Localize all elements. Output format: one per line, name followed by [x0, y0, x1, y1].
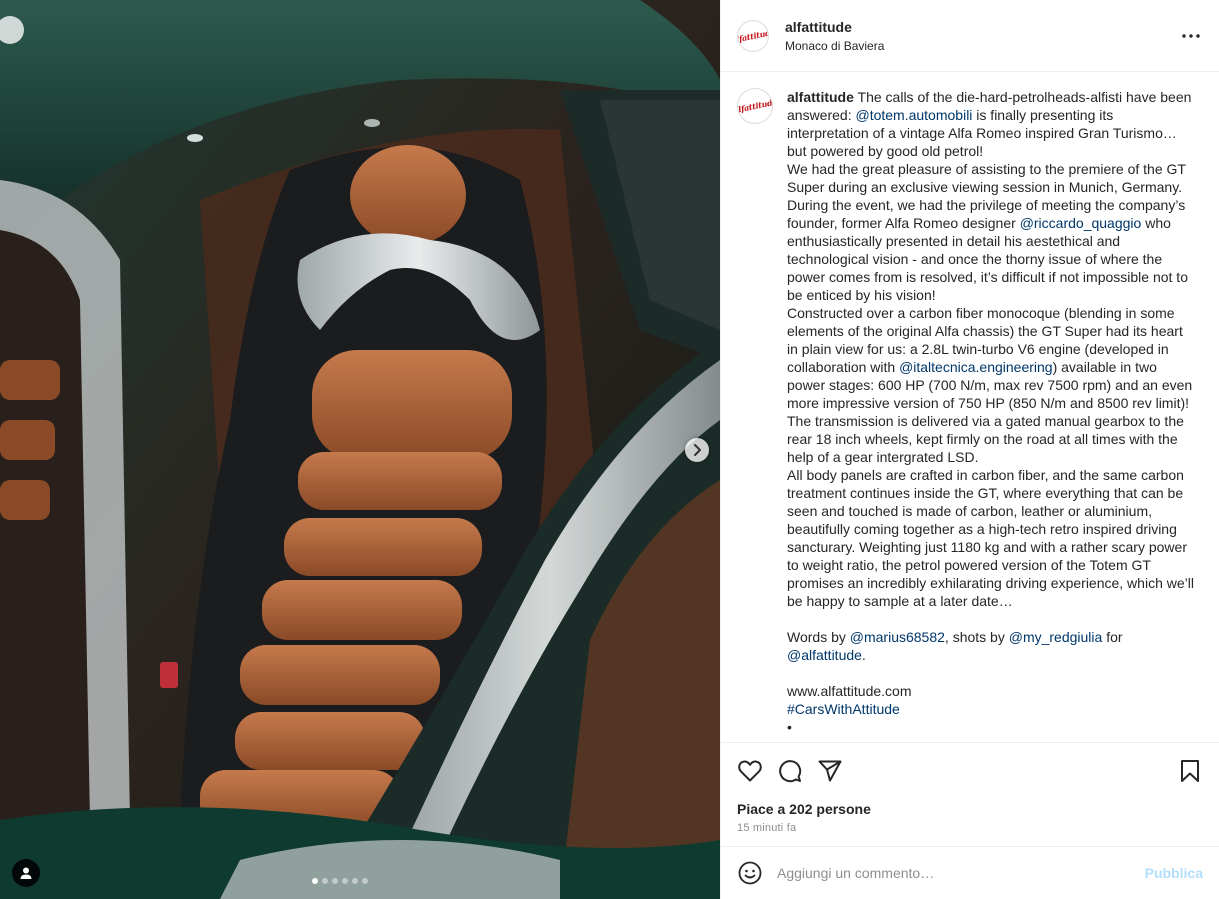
comments-area[interactable]: Alfattitude alfattitude The calls of the… [721, 72, 1219, 742]
more-options-button[interactable] [1179, 24, 1203, 48]
alfattitude-logo-icon: Alfattitude [737, 25, 769, 46]
publish-button[interactable]: Pubblica [1145, 865, 1203, 881]
user-icon [20, 867, 32, 879]
avatar[interactable]: Alfattitude [737, 19, 769, 52]
car-interior-photo [0, 0, 720, 899]
caption-paragraph-1: alfattitude The calls of the die-hard-pe… [787, 88, 1195, 160]
caption-paragraph-4: The transmission is delivered via a gate… [787, 413, 1188, 465]
post-caption: alfattitude The calls of the die-hard-pe… [787, 88, 1195, 742]
caption-text: for [1102, 629, 1127, 645]
post-header: Alfattitude alfattitude Monaco di Bavier… [721, 0, 1219, 72]
share-button[interactable] [817, 758, 843, 784]
comment-input[interactable] [777, 865, 1145, 881]
caption-avatar[interactable]: Alfattitude [737, 88, 773, 124]
caption-username[interactable]: alfattitude [787, 89, 854, 105]
comment-icon [779, 760, 802, 783]
action-icons-row [737, 757, 1203, 785]
like-button[interactable] [737, 758, 763, 784]
add-comment-bar: Pubblica [721, 846, 1219, 899]
post-actions: Piace a 202 persone 15 minuti fa [721, 742, 1219, 846]
mention-link[interactable]: @alfattitude [787, 647, 862, 663]
save-button[interactable] [1177, 758, 1203, 784]
likes-count[interactable]: Piace a 202 persone [737, 801, 1203, 817]
post-username[interactable]: alfattitude [785, 19, 1179, 35]
chevron-right-icon [694, 444, 701, 456]
emoji-button[interactable] [737, 860, 763, 886]
caption-paragraph-3: Constructed over a carbon fiber monocoqu… [787, 304, 1195, 412]
alfattitude-logo-icon: Alfattitude [737, 96, 773, 116]
tagged-users-button[interactable] [12, 859, 40, 887]
caption-bullet: • [787, 719, 792, 735]
carousel-indicator [312, 878, 368, 884]
hashtag-link[interactable]: #CarsWithAttitude [787, 700, 1195, 718]
post-header-info: alfattitude Monaco di Baviera [785, 19, 1179, 53]
more-horizontal-icon [1182, 33, 1200, 38]
comment-button[interactable] [777, 758, 803, 784]
mention-link[interactable]: @italtecnica.engineering [899, 359, 1053, 375]
caption-paragraph-2: We had the great pleasure of assisting t… [787, 160, 1195, 304]
mention-link[interactable]: @totem.automobili [855, 107, 972, 123]
caption-text: . [861, 647, 866, 663]
carousel-dot-1 [312, 878, 318, 884]
heart-icon [738, 760, 762, 782]
bookmark-icon [1181, 760, 1199, 782]
post-media[interactable] [0, 0, 720, 899]
carousel-dot-3 [332, 878, 338, 884]
mention-link[interactable]: @riccardo_quaggio [1020, 215, 1142, 231]
carousel-dot-4 [342, 878, 348, 884]
carousel-dot-5 [352, 878, 358, 884]
caption-text: Words by [787, 629, 850, 645]
mention-link[interactable]: @my_redgiulia [1009, 629, 1103, 645]
post-location[interactable]: Monaco di Baviera [785, 39, 1179, 53]
caption-website: www.alfattitude.com [787, 683, 912, 699]
post-dialog: Alfattitude alfattitude Monaco di Bavier… [0, 0, 1219, 899]
mention-link[interactable]: @marius68582 [850, 629, 945, 645]
caption-credits: Words by @marius68582, shots by @my_redg… [787, 628, 1195, 664]
caption-paragraph-5: All body panels are crafted in carbon fi… [787, 467, 1198, 609]
caption-text: , shots by [944, 629, 1009, 645]
carousel-next-button[interactable] [685, 438, 709, 462]
carousel-dot-6 [362, 878, 368, 884]
smiley-icon [738, 861, 762, 885]
share-icon [818, 760, 842, 782]
carousel-dot-2 [322, 878, 328, 884]
post-side-panel: Alfattitude alfattitude Monaco di Bavier… [720, 0, 1219, 899]
post-timestamp[interactable]: 15 minuti fa [737, 822, 1203, 834]
